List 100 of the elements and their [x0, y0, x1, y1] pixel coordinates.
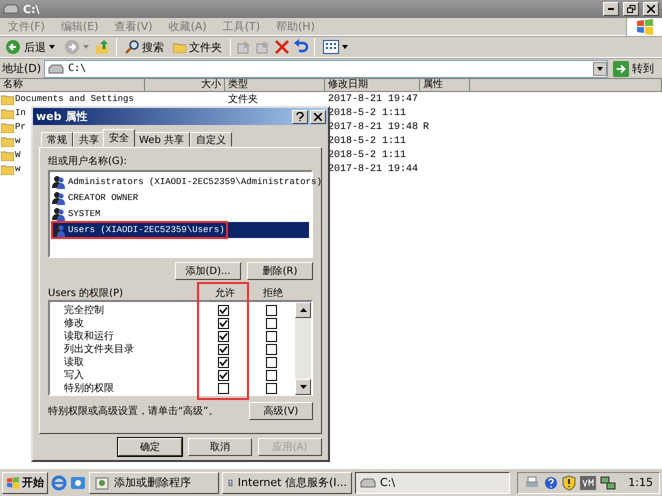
close-button[interactable]: [643, 2, 659, 16]
windows-logo: [6, 476, 20, 488]
permission-name: 读取: [64, 356, 85, 368]
user-item[interactable]: CREATOR OWNER: [52, 190, 309, 206]
file-attribute: R: [422, 122, 430, 132]
start-button[interactable]: 开始: [2, 472, 48, 494]
deny-checkbox[interactable]: [266, 370, 276, 381]
tab[interactable]: Web 共享: [133, 132, 190, 147]
tab[interactable]: 常规: [41, 132, 73, 147]
taskbar-button[interactable]: Internet 信息服务(I...: [222, 472, 352, 494]
folder-icon: [1, 108, 14, 118]
folder-icon: [1, 122, 14, 132]
file-date: 2018-5-2 1:11: [327, 136, 408, 146]
allow-checkbox[interactable]: [218, 383, 228, 394]
deny-checkbox[interactable]: [266, 318, 276, 329]
minimize-button[interactable]: [603, 2, 619, 16]
allow-checkbox[interactable]: [218, 370, 228, 381]
search-icon: [125, 40, 139, 54]
users-icon: [52, 191, 66, 205]
permission-name: 特别的权限: [64, 382, 115, 394]
deny-checkbox[interactable]: [266, 331, 276, 342]
column-header[interactable]: 类型: [225, 79, 325, 92]
undo-icon[interactable]: [293, 39, 309, 55]
deny-checkbox[interactable]: [266, 357, 276, 368]
user-name: Users (XIAODI-2EC52359\Users): [68, 225, 225, 235]
file-type: 文件夹: [227, 92, 259, 106]
search-button[interactable]: 搜索: [122, 38, 167, 56]
column-header[interactable]: 大小: [145, 79, 225, 92]
delete-icon[interactable]: [274, 39, 290, 55]
list-button[interactable]: 添加(D)...: [175, 262, 241, 280]
allow-checkbox[interactable]: [218, 318, 228, 329]
go-button[interactable]: 转到: [611, 60, 660, 76]
file-date: 2018-5-2 1:11: [327, 108, 408, 118]
restore-button[interactable]: [623, 2, 639, 16]
shield-icon[interactable]: [562, 474, 576, 490]
folder-icon: [173, 42, 186, 52]
help-icon[interactable]: [544, 476, 558, 490]
help-button[interactable]: [292, 110, 308, 124]
dialog-button[interactable]: 确定: [118, 438, 182, 456]
file-name: W: [15, 150, 20, 160]
address-label: 地址(D): [2, 61, 42, 76]
deny-checkbox[interactable]: [266, 344, 276, 355]
printer-icon[interactable]: [524, 476, 540, 490]
tab[interactable]: 自定义: [190, 132, 232, 147]
users-icon: [52, 223, 66, 237]
folders-button[interactable]: 文件夹: [170, 38, 225, 56]
allow-checkbox[interactable]: [218, 305, 228, 316]
restore-icon: [626, 5, 636, 13]
browser-icon[interactable]: [51, 474, 67, 490]
users-icon: [52, 175, 66, 189]
column-header[interactable]: 修改日期: [325, 79, 420, 92]
advanced-note: 特别权限或高级设置，请单击“高级”。: [48, 404, 218, 418]
help-icon: [296, 112, 304, 121]
file-date: 2017-8-21 19:44: [327, 164, 420, 174]
tab[interactable]: 共享: [73, 132, 105, 147]
column-header[interactable]: 属性: [420, 79, 470, 92]
taskbar-button[interactable]: 添加或删除程序: [89, 472, 219, 494]
file-name: w: [15, 164, 20, 174]
close-button[interactable]: [310, 110, 326, 124]
permission-name: 修改: [64, 318, 85, 330]
user-name: Administrators (XIAODI-2EC52359\Administrators): [68, 177, 322, 187]
permission-name: 完全控制: [64, 304, 105, 316]
allow-checkbox[interactable]: [218, 344, 228, 355]
file-date: 2017-8-21 19:48: [327, 122, 420, 132]
folder-icon: [1, 136, 14, 146]
taskbar-button[interactable]: C:\: [355, 472, 510, 494]
scroll-down-icon: [300, 385, 306, 389]
allow-checkbox[interactable]: [218, 357, 228, 368]
permission-name: 读取和运行: [64, 330, 115, 342]
caret-icon: [342, 45, 348, 49]
file-name: w: [15, 136, 20, 146]
scrollbar[interactable]: [295, 302, 311, 395]
allow-header: 允许: [214, 286, 236, 300]
desktop-icon[interactable]: [70, 474, 86, 490]
address-field[interactable]: C:\: [44, 60, 608, 78]
back-icon: [5, 39, 21, 55]
advanced-button[interactable]: 高级(V): [249, 402, 313, 420]
list-button[interactable]: 删除(R): [247, 262, 313, 280]
user-name: SYSTEM: [68, 209, 100, 219]
permissions-label: Users 的权限(P): [48, 286, 124, 300]
deny-checkbox[interactable]: [266, 383, 276, 394]
minimize-icon: [608, 8, 614, 10]
file-date: 2018-5-2 1:11: [327, 150, 408, 160]
deny-checkbox[interactable]: [266, 305, 276, 316]
dropdown-button[interactable]: [593, 62, 607, 76]
tab[interactable]: 安全: [103, 129, 135, 147]
back-button[interactable]: 后退: [2, 38, 58, 56]
network-icon[interactable]: [600, 474, 616, 490]
user-item[interactable]: SYSTEM: [52, 206, 309, 222]
dialog-title: web 属性: [36, 109, 88, 124]
dialog-button[interactable]: 取消: [188, 438, 252, 456]
views-button[interactable]: [320, 39, 351, 55]
close-icon: [647, 5, 655, 13]
allow-checkbox[interactable]: [218, 331, 228, 342]
deny-header: 拒绝: [262, 286, 284, 300]
column-header[interactable]: 名称: [0, 79, 145, 92]
user-name: CREATOR OWNER: [68, 193, 138, 203]
user-item[interactable]: Users (XIAODI-2EC52359\Users): [52, 222, 309, 238]
window-title: C:\: [23, 2, 40, 16]
vm-icon[interactable]: [580, 476, 596, 490]
